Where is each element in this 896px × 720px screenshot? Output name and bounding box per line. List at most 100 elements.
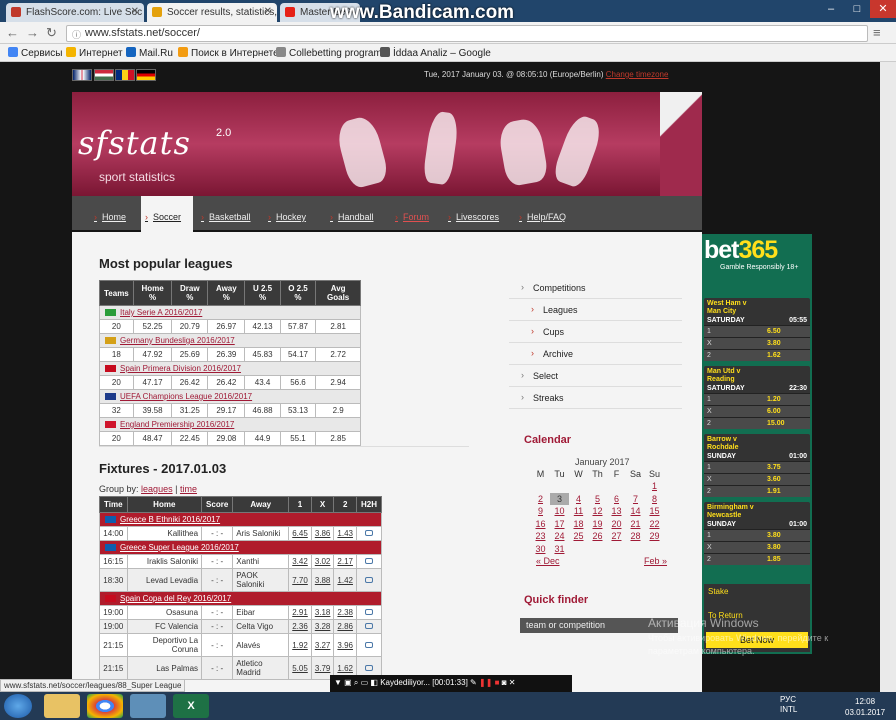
tab-close-icon[interactable]: ✕ xyxy=(264,6,272,17)
calendar-day[interactable]: 22 xyxy=(645,518,664,531)
bet365-match[interactable]: West Ham v Man City SATURDAY 05:55 1 6.50 X 3.… xyxy=(704,298,810,361)
forward-icon[interactable]: → xyxy=(26,25,39,40)
odds-away[interactable]: 2.86 xyxy=(333,619,357,634)
pause-icon[interactable]: ❚❚ xyxy=(479,678,495,687)
camera-icon[interactable]: ◙ xyxy=(502,678,509,687)
start-button-icon[interactable] xyxy=(4,694,32,718)
calendar-day[interactable]: 11 xyxy=(569,505,588,518)
h2h-icon[interactable] xyxy=(364,558,373,564)
odds-draw[interactable]: 3.88 xyxy=(310,568,335,592)
h2h-icon[interactable] xyxy=(364,641,373,648)
menu-item-home[interactable]: Home xyxy=(94,212,126,222)
bookmark-item[interactable]: Поиск в Интернете xyxy=(178,47,279,59)
minimize-button[interactable]: – xyxy=(818,0,844,18)
calendar-day[interactable]: 25 xyxy=(569,530,588,543)
calendar-day[interactable]: 17 xyxy=(550,518,569,531)
odds-row[interactable]: 2 15.00 xyxy=(704,417,810,429)
sidebar-item-competitions[interactable]: Competitions xyxy=(509,277,682,299)
keyboard-layout[interactable]: INTL xyxy=(780,705,797,715)
flag-english-icon[interactable] xyxy=(72,69,92,81)
bookmark-item[interactable]: Сервисы xyxy=(8,47,62,59)
odds-away[interactable]: 1.42 xyxy=(333,568,357,592)
browser-tab[interactable]: FlashScore.com: Live Soc ✕ xyxy=(6,3,144,22)
page-info-icon[interactable]: ⓘ xyxy=(72,28,81,41)
h2h-icon[interactable] xyxy=(364,623,373,629)
sidebar-item-cups[interactable]: Cups xyxy=(509,321,682,343)
odds-row[interactable]: 1 3.75 xyxy=(704,461,810,473)
calendar-next-link[interactable]: Feb » xyxy=(644,556,667,566)
odds-away[interactable]: 1.43 xyxy=(333,526,357,541)
odds-row[interactable]: X 6.00 xyxy=(704,405,810,417)
tab-close-icon[interactable]: ✕ xyxy=(131,6,139,17)
odds-draw[interactable]: 3.18 xyxy=(310,605,335,620)
odds-home[interactable]: 2.91 xyxy=(288,605,312,620)
group-by-time-link[interactable]: time xyxy=(180,484,197,494)
odds-row[interactable]: 1 3.80 xyxy=(704,529,810,541)
flag-german-icon[interactable] xyxy=(136,69,156,81)
bookmark-item[interactable]: İddaa Analiz – Google xyxy=(380,47,491,59)
bet365-match[interactable]: Man Utd v Reading SATURDAY 22:30 1 1.20 X 6.00… xyxy=(704,366,810,429)
bandicam-close-icon[interactable]: ✕ xyxy=(509,678,516,687)
calendar-day[interactable]: 16 xyxy=(531,518,550,531)
calendar-day[interactable]: 28 xyxy=(626,530,645,543)
calendar-day[interactable]: 1 xyxy=(645,480,664,493)
bookmark-item[interactable]: Collebetting program xyxy=(276,47,382,59)
calendar-day[interactable]: 4 xyxy=(569,493,588,506)
odds-row[interactable]: X 3.60 xyxy=(704,473,810,485)
odds-home[interactable]: 3.42 xyxy=(288,554,312,569)
sidebar-item-leagues[interactable]: Leagues xyxy=(509,299,682,321)
bookmark-item[interactable]: Интернет xyxy=(66,47,123,59)
calendar-day[interactable]: 9 xyxy=(531,505,550,518)
calendar-day[interactable]: 15 xyxy=(645,505,664,518)
odds-away[interactable]: 3.96 xyxy=(333,633,357,657)
odds-home[interactable]: 2.36 xyxy=(288,619,312,634)
odds-home[interactable]: 1.92 xyxy=(288,633,312,657)
calendar-day[interactable]: 24 xyxy=(550,530,569,543)
stop-icon[interactable]: ■ xyxy=(495,678,502,687)
odds-row[interactable]: 1 6.50 xyxy=(704,325,810,337)
odds-row[interactable]: 2 1.62 xyxy=(704,349,810,361)
calendar-day[interactable]: 30 xyxy=(531,543,550,556)
calendar-day[interactable]: 2 xyxy=(531,493,550,506)
odds-away[interactable]: 2.38 xyxy=(333,605,357,620)
change-timezone-link[interactable]: Change timezone xyxy=(606,70,669,79)
odds-row[interactable]: 2 1.91 xyxy=(704,485,810,497)
league-link[interactable]: Italy Serie A 2016/2017 xyxy=(99,305,361,320)
calendar-day[interactable]: 10 xyxy=(550,505,569,518)
menu-item-handball[interactable]: Handball xyxy=(330,212,374,222)
menu-item-hockey[interactable]: Hockey xyxy=(268,212,306,222)
back-icon[interactable]: ← xyxy=(6,25,19,40)
bet365-match[interactable]: Barrow v Rochdale SUNDAY 01:00 1 3.75 X 3.60 2 1… xyxy=(704,434,810,497)
odds-home[interactable]: 7.70 xyxy=(288,568,312,592)
flag-romanian-icon[interactable] xyxy=(115,69,135,81)
odds-away[interactable]: 2.17 xyxy=(333,554,357,569)
calendar-day[interactable]: 13 xyxy=(607,505,626,518)
menu-item-soccer[interactable]: Soccer xyxy=(145,212,181,222)
odds-draw[interactable]: 3.02 xyxy=(310,554,335,569)
odds-home[interactable]: 6.45 xyxy=(288,526,312,541)
bet365-match[interactable]: Birmingham v Newcastle SUNDAY 01:00 1 3.80 X 3… xyxy=(704,502,810,565)
league-link[interactable]: England Premiership 2016/2017 xyxy=(99,417,361,432)
calendar-day[interactable]: 14 xyxy=(626,505,645,518)
calendar-day[interactable]: 3 xyxy=(550,492,569,505)
calendar-day[interactable]: 6 xyxy=(607,493,626,506)
h2h-icon[interactable] xyxy=(364,664,373,671)
sidebar-item-archive[interactable]: Archive xyxy=(509,343,682,365)
reload-icon[interactable]: ↻ xyxy=(46,25,57,41)
league-link[interactable]: Greece Super League 2016/2017 xyxy=(99,540,382,555)
odds-row[interactable]: 2 1.85 xyxy=(704,553,810,565)
league-link[interactable]: Spain Copa del Rey 2016/2017 xyxy=(99,591,382,606)
h2h-icon[interactable] xyxy=(364,609,373,615)
calendar-day[interactable]: 5 xyxy=(588,493,607,506)
scrollbar[interactable] xyxy=(880,62,896,692)
league-link[interactable]: Germany Bundesliga 2016/2017 xyxy=(99,333,361,348)
site-logo[interactable]: sfstats xyxy=(78,124,191,162)
menu-item-livescores[interactable]: Livescores xyxy=(448,212,499,222)
league-link[interactable]: UEFA Champions League 2016/2017 xyxy=(99,389,361,404)
odds-draw[interactable]: 3.27 xyxy=(310,633,335,657)
calendar-day[interactable]: 23 xyxy=(531,530,550,543)
chrome-icon[interactable] xyxy=(87,694,123,718)
maximize-button[interactable]: □ xyxy=(844,0,870,18)
calendar-day[interactable]: 18 xyxy=(569,518,588,531)
odds-home[interactable]: 5.05 xyxy=(288,656,312,680)
